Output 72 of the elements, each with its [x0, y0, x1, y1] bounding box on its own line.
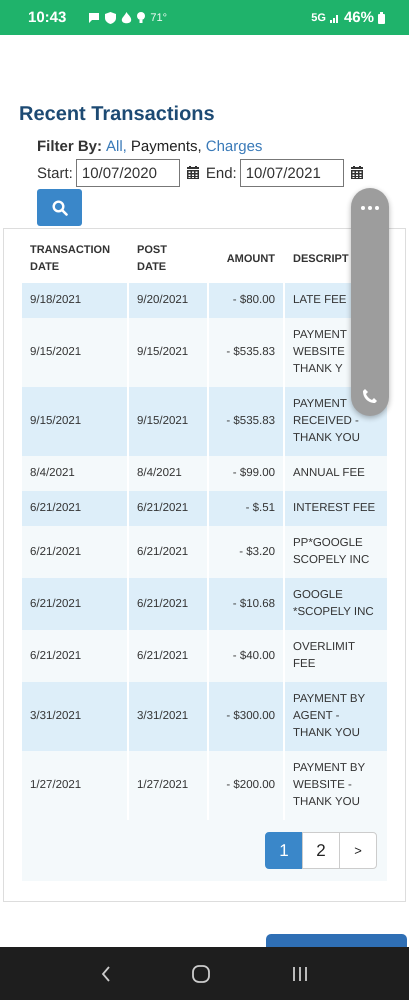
table-cell: 8/4/2021 — [22, 456, 127, 491]
network-type: 5G — [311, 12, 326, 24]
table-cell: - $200.00 — [209, 751, 283, 820]
temperature: 71° — [150, 12, 168, 24]
page-button[interactable]: 2 — [302, 832, 340, 869]
table-cell: INTEREST FEE — [285, 491, 387, 526]
page-button[interactable]: 1 — [265, 832, 303, 869]
table-cell: 6/21/2021 — [22, 630, 127, 682]
shield-icon — [105, 12, 116, 24]
message-icon — [88, 12, 100, 23]
column-header: DESCRIPT — [292, 252, 350, 266]
table-cell: 6/21/2021 — [129, 630, 207, 682]
table-cell: - $40.00 — [209, 630, 283, 682]
bulb-icon — [137, 12, 146, 24]
start-date-field[interactable]: 10/07/2020 — [76, 159, 180, 187]
phone-icon[interactable] — [362, 388, 378, 404]
table-cell: ANNUAL FEE — [285, 456, 387, 491]
table-cell: - $10.68 — [209, 578, 283, 630]
table-cell: 9/20/2021 — [129, 283, 207, 318]
clock: 10:43 — [28, 9, 66, 26]
table-cell: - $300.00 — [209, 682, 283, 751]
search-icon — [52, 200, 68, 216]
battery-icon — [378, 12, 385, 24]
filter-link[interactable]: Payments, — [130, 138, 202, 155]
filter-link[interactable]: All, — [106, 138, 127, 155]
table-cell: 6/21/2021 — [129, 491, 207, 526]
table-cell: 1/27/2021 — [22, 751, 127, 820]
table-cell: 9/15/2021 — [129, 318, 207, 387]
signal-icon — [330, 12, 340, 22]
page-button[interactable]: > — [339, 832, 377, 869]
table-cell: 6/21/2021 — [129, 578, 207, 630]
table-cell: 1/27/2021 — [129, 751, 207, 820]
table-cell: PP*GOOGLE SCOPELY INC — [285, 526, 387, 578]
filter-label: Filter By: — [37, 138, 102, 155]
page-title: Recent Transactions — [19, 103, 216, 126]
table-cell: 9/15/2021 — [129, 387, 207, 456]
search-button[interactable] — [37, 189, 82, 226]
table-cell: OVERLIMIT FEE — [285, 630, 387, 682]
home-icon[interactable] — [192, 964, 210, 982]
table-cell: PAYMENT BY AGENT - THANK YOU — [285, 682, 387, 751]
battery-level: 46% — [344, 9, 374, 26]
table-cell: 9/15/2021 — [22, 318, 127, 387]
table-cell: - $80.00 — [209, 283, 283, 318]
table-cell: - $535.83 — [209, 318, 283, 387]
end-date-field[interactable]: 10/07/2021 — [240, 159, 344, 187]
table-cell: GOOGLE *SCOPELY INC — [285, 578, 387, 630]
table-cell: PAYMENT BY WEBSITE - THANK YOU — [285, 751, 387, 820]
back-icon[interactable] — [100, 966, 111, 982]
more-icon[interactable] — [361, 206, 379, 210]
table-cell: 8/4/2021 — [129, 456, 207, 491]
table-cell: 6/21/2021 — [22, 578, 127, 630]
table-cell: 9/18/2021 — [22, 283, 127, 318]
table-cell: - $99.00 — [209, 456, 283, 491]
start-label: Start: — [37, 164, 73, 182]
table-cell: 3/31/2021 — [22, 682, 127, 751]
recents-icon[interactable] — [292, 966, 308, 982]
table-cell: 6/21/2021 — [22, 526, 127, 578]
table-cell: - $.51 — [209, 491, 283, 526]
column-header: AMOUNT — [226, 252, 276, 266]
table-cell: 6/21/2021 — [22, 491, 127, 526]
calendar-icon[interactable] — [186, 166, 200, 180]
filter-link[interactable]: Charges — [206, 138, 262, 155]
calendar-icon[interactable] — [350, 166, 364, 180]
column-header: TRANSACTION DATE — [29, 243, 112, 275]
table-cell: - $3.20 — [209, 526, 283, 578]
table-cell: 9/15/2021 — [22, 387, 127, 456]
column-header: POST DATE — [136, 243, 168, 275]
edge-panel-handle[interactable] — [351, 188, 389, 416]
end-label: End: — [206, 164, 237, 182]
table-cell: - $535.83 — [209, 387, 283, 456]
table-cell: 6/21/2021 — [129, 526, 207, 578]
table-cell: 3/31/2021 — [129, 682, 207, 751]
